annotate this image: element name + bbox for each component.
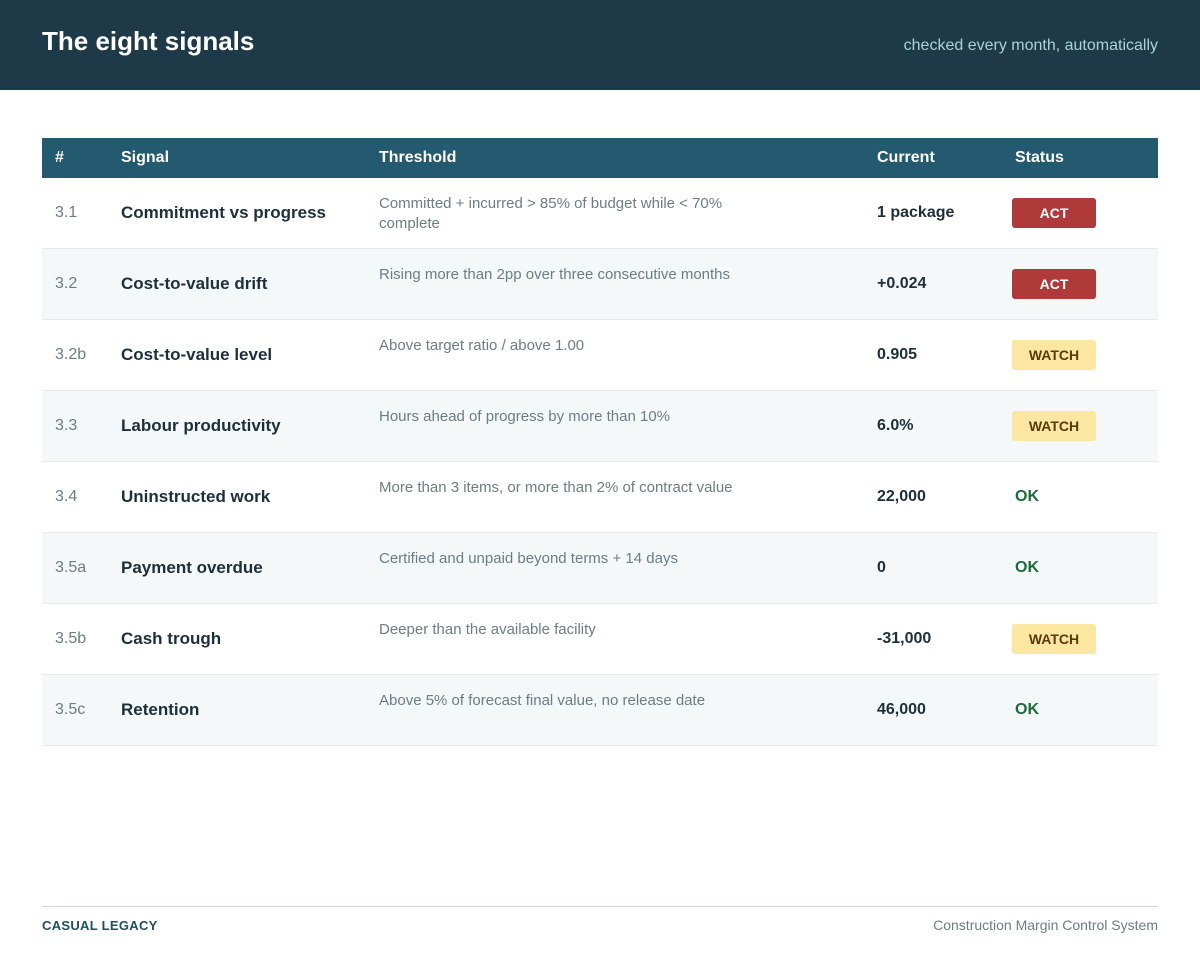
table-row: 3.4 Uninstructed work More than 3 items, o… — [42, 462, 1158, 533]
signal-number: 3.1 — [55, 204, 78, 221]
table-row: 3.5a Payment overdue Certified and unpaid … — [42, 533, 1158, 604]
signal-number: 3.3 — [55, 417, 78, 434]
column-header-current: Current — [877, 149, 935, 166]
footer-product: Construction Margin Control System — [933, 917, 1158, 933]
signal-name: Retention — [121, 700, 200, 719]
column-header-threshold: Threshold — [379, 149, 457, 166]
status-badge: OK — [1015, 701, 1039, 718]
signal-name: Cash trough — [121, 629, 222, 648]
status-badge: WATCH — [1012, 624, 1096, 654]
table-row: 3.2b Cost-to-value level Above target rati… — [42, 320, 1158, 391]
signal-threshold: Hours ahead of progress by more than 10% — [379, 408, 670, 425]
page-subtitle: checked every month, automatically — [903, 37, 1158, 54]
signal-number: 3.4 — [55, 488, 78, 505]
status-badge: WATCH — [1012, 411, 1096, 441]
status-badge: OK — [1015, 488, 1039, 505]
signal-threshold: Rising more than 2pp over three consecut… — [379, 266, 731, 283]
signal-current-value: 0.905 — [877, 346, 918, 363]
column-header-status: Status — [1015, 149, 1064, 166]
signal-current-value: 22,000 — [877, 488, 926, 505]
signal-threshold: More than 3 items, or more than 2% of co… — [379, 479, 733, 496]
signal-number: 3.5a — [55, 559, 87, 576]
signal-name: Payment overdue — [121, 558, 263, 577]
table-row: 3.5b Cash trough Deeper than the available… — [42, 604, 1158, 675]
signals-table: # Signal Threshold Current Status 3.1 Com… — [42, 138, 1158, 746]
signal-number: 3.5b — [55, 630, 87, 647]
table-body: 3.1 Commitment vs progress Committed + inc… — [42, 178, 1158, 746]
table-row: 3.5c Retention Above 5% of forecast final … — [42, 675, 1158, 746]
signal-name: Cost-to-value level — [121, 345, 273, 364]
signal-threshold: Committed + incurred > 85% of budget whi… — [379, 195, 723, 232]
signal-current-value: 0 — [877, 559, 886, 576]
footer-brand: CASUAL LEGACY — [42, 918, 158, 933]
signal-current-value: 1 package — [877, 204, 955, 221]
table-row: 3.1 Commitment vs progress Committed + inc… — [42, 178, 1158, 249]
signal-threshold: Certified and unpaid beyond terms + 14 d… — [379, 550, 678, 567]
signal-threshold: Deeper than the available facility — [379, 621, 596, 638]
status-badge: ACT — [1012, 198, 1096, 228]
signal-current-value: 6.0% — [877, 417, 914, 434]
footer-divider — [42, 906, 1158, 907]
table-header: # Signal Threshold Current Status — [42, 138, 1158, 178]
table-row: 3.2 Cost-to-value drift Rising more than 2… — [42, 249, 1158, 320]
signal-current-value: -31,000 — [877, 630, 932, 647]
page-header: The eight signals checked every month, a… — [0, 0, 1200, 90]
signal-name: Uninstructed work — [121, 487, 271, 506]
table-row: 3.3 Labour productivity Hours ahead of pro… — [42, 391, 1158, 462]
column-header-signal: Signal — [121, 149, 170, 166]
column-header-number: # — [55, 149, 64, 166]
signal-number: 3.2 — [55, 275, 78, 292]
status-badge: ACT — [1012, 269, 1096, 299]
signal-number: 3.5c — [55, 701, 86, 718]
signal-name: Cost-to-value drift — [121, 274, 268, 293]
status-badge: WATCH — [1012, 340, 1096, 370]
signal-number: 3.2b — [55, 346, 87, 363]
signal-name: Labour productivity — [121, 416, 281, 435]
signal-name: Commitment vs progress — [121, 203, 326, 222]
status-badge: OK — [1015, 559, 1039, 576]
signal-threshold: Above target ratio / above 1.00 — [379, 337, 585, 354]
page-title: The eight signals — [42, 26, 255, 56]
signal-current-value: +0.024 — [877, 275, 927, 292]
signal-current-value: 46,000 — [877, 701, 926, 718]
signal-threshold: Above 5% of forecast final value, no rel… — [379, 692, 706, 709]
